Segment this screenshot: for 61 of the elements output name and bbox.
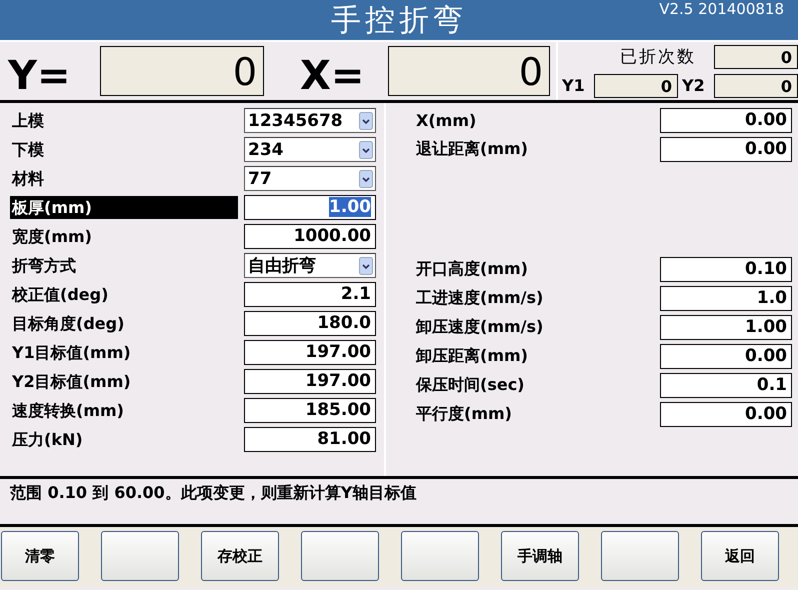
- dropdown[interactable]: 12345678: [244, 108, 376, 133]
- version-text: V2.5 201400818: [659, 0, 784, 18]
- field-label: 宽度(mm): [11, 226, 93, 248]
- position-display: 0: [714, 74, 798, 98]
- position-display: 0: [388, 46, 550, 96]
- field-label: 折弯方式: [10, 255, 77, 277]
- dropdown[interactable]: 234: [244, 137, 376, 162]
- field-label: 退让距离(mm): [416, 139, 528, 160]
- field-label: Y2目标值(mm): [11, 371, 132, 393]
- field-label: 压力(kN): [10, 429, 84, 451]
- input-field[interactable]: 197.00: [244, 369, 376, 394]
- function-button[interactable]: 清零: [1, 531, 79, 581]
- input-field[interactable]: 2.1: [244, 282, 376, 307]
- field-label: 平行度(mm): [416, 404, 512, 425]
- input-field[interactable]: 0.00: [660, 402, 792, 427]
- status-message: 范围 0.10 到 60.00。此项变更，则重新计算Y轴目标值: [10, 483, 416, 502]
- field-label: 上模: [11, 110, 45, 132]
- field-label: 板厚(mm): [10, 196, 238, 219]
- input-field[interactable]: 81.00: [244, 427, 376, 452]
- dropdown[interactable]: 自由折弯: [244, 253, 376, 278]
- input-field[interactable]: 0.00: [660, 344, 792, 369]
- position-display: 0: [100, 46, 264, 96]
- input-field[interactable]: 1.00: [244, 195, 376, 220]
- input-field[interactable]: 1.00: [660, 315, 792, 340]
- function-button[interactable]: 返回: [701, 531, 779, 581]
- field-label: 下模: [11, 139, 45, 161]
- field-label: 校正值(deg): [10, 284, 110, 306]
- field-label: Y1目标值(mm): [11, 342, 132, 364]
- input-field[interactable]: 0.00: [660, 108, 792, 133]
- window-title: 手控折弯: [331, 2, 467, 40]
- blank-button[interactable]: [601, 531, 679, 581]
- field-label: 速度转换(mm): [11, 400, 125, 422]
- input-field[interactable]: 0.1: [660, 373, 792, 398]
- function-button[interactable]: 手调轴: [501, 531, 579, 581]
- blank-button[interactable]: [401, 531, 479, 581]
- field-label: 材料: [10, 168, 45, 190]
- count-label: 已折次数: [619, 46, 697, 68]
- function-button[interactable]: 存校正: [201, 531, 279, 581]
- field-label: 卸压速度(mm/s): [416, 317, 544, 338]
- axis-label: Y1: [562, 76, 586, 95]
- input-field[interactable]: 1.0: [660, 286, 792, 311]
- input-field[interactable]: 197.00: [244, 340, 376, 365]
- axis-label: Y=: [8, 53, 72, 99]
- field-label: 开口高度(mm): [416, 259, 528, 280]
- field-label: X(mm): [416, 111, 476, 130]
- field-label: 卸压距离(mm): [416, 346, 528, 367]
- field-label: 目标角度(deg): [11, 313, 126, 335]
- input-field[interactable]: 0.10: [660, 257, 792, 282]
- count-display: 0: [714, 44, 798, 68]
- axis-label: Y2: [682, 76, 706, 95]
- field-label: 保压时间(sec): [416, 375, 524, 396]
- dropdown[interactable]: 77: [244, 166, 376, 191]
- position-display: 0: [594, 74, 678, 98]
- input-field[interactable]: 185.00: [244, 398, 376, 423]
- blank-button[interactable]: [101, 531, 179, 581]
- input-field[interactable]: 0.00: [660, 137, 792, 162]
- input-field[interactable]: 180.0: [244, 311, 376, 336]
- blank-button[interactable]: [301, 531, 379, 581]
- field-label: 工进速度(mm/s): [416, 288, 544, 309]
- input-field[interactable]: 1000.00: [244, 224, 376, 249]
- axis-label: X=: [300, 53, 366, 99]
